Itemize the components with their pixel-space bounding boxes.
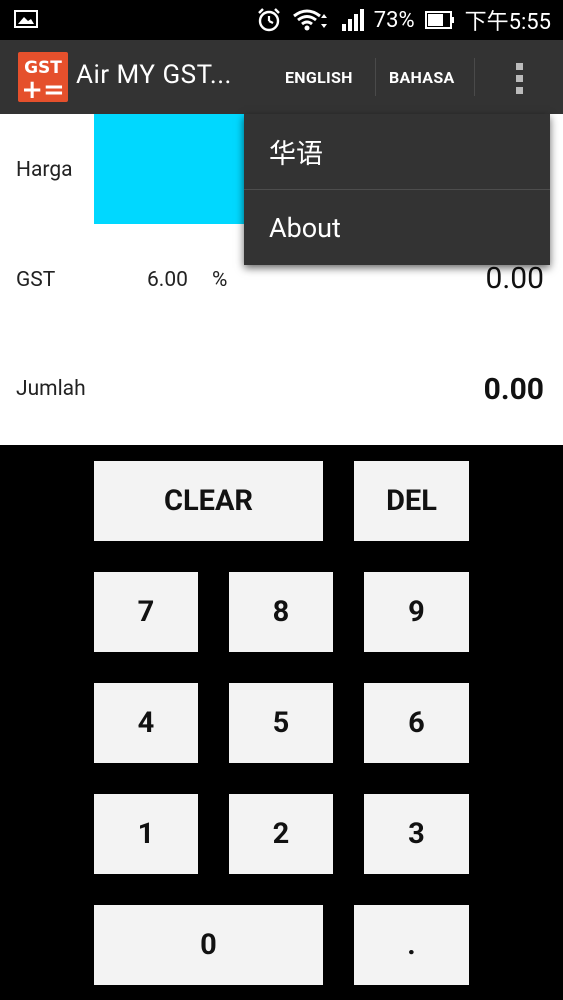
harga-label: Harga xyxy=(16,158,73,182)
battery-percent: 73% xyxy=(373,7,415,33)
key-5[interactable]: 5 xyxy=(229,683,333,763)
action-divider xyxy=(375,58,376,96)
clear-button[interactable]: CLEAR xyxy=(94,461,323,541)
action-bar: GST += Air MY GST... ENGLISH BAHASA xyxy=(0,40,563,114)
wifi-icon xyxy=(292,7,330,33)
key-1[interactable]: 1 xyxy=(94,794,198,874)
jumlah-amount: 0.00 xyxy=(483,372,544,407)
gst-label: GST xyxy=(16,268,56,292)
english-button[interactable]: ENGLISH xyxy=(285,40,353,114)
clock: 下午5:55 xyxy=(464,10,551,35)
jumlah-label: Jumlah xyxy=(16,377,86,401)
key-7[interactable]: 7 xyxy=(94,572,198,652)
signal-icon xyxy=(340,8,364,32)
gst-amount: 0.00 xyxy=(485,261,545,296)
app-title: Air MY GST... xyxy=(76,60,232,90)
keypad: CLEAR DEL 7 8 9 4 5 6 1 2 3 0 . xyxy=(0,445,563,1000)
gst-percent-sign: % xyxy=(212,268,228,292)
menu-item-about[interactable]: About xyxy=(244,190,550,265)
overflow-menu-icon[interactable] xyxy=(504,58,534,98)
gst-rate[interactable]: 6.00 xyxy=(147,268,188,292)
gallery-notification-icon xyxy=(14,10,38,28)
status-bar: 73% 下午5:55 xyxy=(0,0,563,40)
alarm-icon xyxy=(256,7,282,33)
overflow-dropdown-menu: 华语 About xyxy=(244,114,550,265)
key-2[interactable]: 2 xyxy=(229,794,333,874)
key-4[interactable]: 4 xyxy=(94,683,198,763)
key-3[interactable]: 3 xyxy=(364,794,469,874)
action-divider xyxy=(474,58,475,96)
menu-item-chinese[interactable]: 华语 xyxy=(244,114,550,189)
key-8[interactable]: 8 xyxy=(229,572,333,652)
app-logo-icon[interactable]: GST += xyxy=(18,52,68,105)
key-0[interactable]: 0 xyxy=(94,905,323,985)
bahasa-button[interactable]: BAHASA xyxy=(389,40,455,114)
key-6[interactable]: 6 xyxy=(364,683,469,763)
delete-button[interactable]: DEL xyxy=(354,461,469,541)
svg-text:+=: += xyxy=(21,75,65,102)
key-9[interactable]: 9 xyxy=(364,572,469,652)
battery-icon xyxy=(424,11,455,29)
key-decimal[interactable]: . xyxy=(354,905,469,985)
